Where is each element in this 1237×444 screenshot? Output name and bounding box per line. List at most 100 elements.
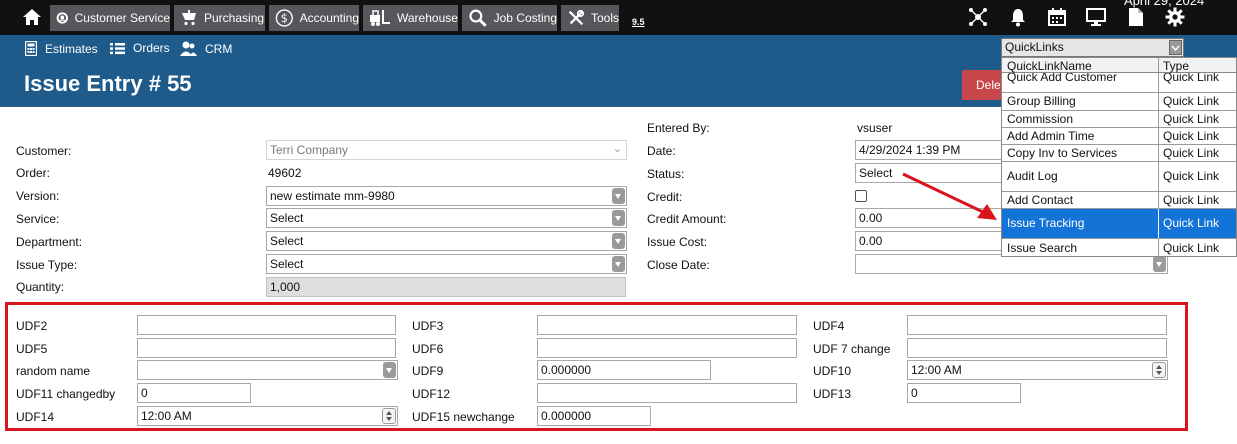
bell-icon[interactable] [1009,7,1027,30]
status-label: Status: [647,167,685,181]
nav-accounting[interactable]: $ Accounting [269,5,359,31]
quicklinks-select[interactable]: QuickLinks [1001,38,1184,57]
gear-icon[interactable] [1165,7,1185,30]
udf10-value: 12:00 AM [911,363,962,377]
magnifier-icon [469,9,487,27]
udf6-label: UDF6 [412,342,444,356]
nav-customer-service[interactable]: Customer Service [50,5,170,31]
quicklink-row[interactable]: Audit Log Quick Link [1002,162,1236,192]
quicklink-row[interactable]: Copy Inv to Services Quick Link [1002,145,1236,162]
quicklink-name: Add Admin Time [1007,129,1095,143]
chevron-down-icon [612,210,625,226]
udf4-field[interactable] [907,315,1167,335]
version-label: Version: [16,189,60,203]
customer-label: Customer: [16,144,72,158]
udf14-value: 12:00 AM [141,409,192,423]
quicklink-row[interactable]: Quick Add Customer Quick Link [1002,73,1236,93]
column-divider [1158,111,1159,127]
udf10-label: UDF10 [813,364,852,378]
quantity-field: 1,000 [266,277,626,297]
nav-purchasing[interactable]: Purchasing [174,5,265,31]
udf13-field[interactable]: 0 [907,383,1021,403]
service-value: Select [270,211,304,225]
udf14-time-field[interactable]: 12:00 AM [137,406,398,426]
udf7-field[interactable] [907,338,1167,358]
issue-type-select[interactable]: Select [266,254,627,274]
spinner-icon[interactable] [382,408,396,424]
nav-label: Accounting [299,11,359,25]
udf3-field[interactable] [537,315,797,335]
document-icon[interactable] [1128,7,1144,30]
home-icon[interactable] [22,8,42,29]
header-name: QuickLinkName [1007,59,1092,73]
udf15-label: UDF15 newchange [412,410,515,424]
calendar-icon[interactable] [1047,7,1067,30]
monitor-icon[interactable] [1086,8,1106,29]
entered-by-label: Entered By: [647,121,710,135]
nav-warehouse[interactable]: Warehouse [363,5,458,31]
column-divider [1158,73,1159,92]
quicklink-row-selected[interactable]: Issue Tracking Quick Link [1002,209,1236,239]
quicklink-type: Quick Link [1163,73,1220,84]
quicklink-type: Quick Link [1163,193,1220,207]
close-date-label: Close Date: [647,258,710,272]
udf12-field[interactable] [537,383,797,403]
udf9-field[interactable]: 0.000000 [537,360,711,380]
quicklink-type: Quick Link [1163,169,1220,183]
udf14-label: UDF14 [16,410,55,424]
quicklink-row[interactable]: Add Contact Quick Link [1002,192,1236,209]
udf6-field[interactable] [537,338,797,358]
issue-type-value: Select [270,257,304,271]
quantity-label: Quantity: [16,280,65,294]
credit-checkbox[interactable] [855,190,867,202]
subnav-estimates[interactable]: Estimates [25,41,98,56]
column-divider [1158,145,1159,161]
column-divider [1158,128,1159,144]
quicklink-row[interactable]: Add Admin Time Quick Link [1002,128,1236,145]
quicklink-row[interactable]: Commission Quick Link [1002,111,1236,128]
quicklink-name: Group Billing [1007,94,1076,108]
subnav-crm[interactable]: CRM [180,41,232,56]
udf2-field[interactable] [137,315,396,335]
department-label: Department: [16,235,83,249]
udf5-field[interactable] [137,338,396,358]
entered-by-value: vsuser [857,121,893,135]
quicklink-row[interactable]: Issue Search Quick Link [1002,239,1236,256]
spinner-icon[interactable] [1152,362,1166,378]
customer-field[interactable]: Terri Company ⌄ [266,140,627,160]
top-nav-bar: Customer Service Purchasing $ Accounting… [0,0,1237,35]
version-select[interactable]: new estimate mm-9980 [266,186,627,206]
subnav-orders[interactable]: Orders [110,41,170,55]
nav-tools[interactable]: Tools [561,5,619,31]
udf9-label: UDF9 [412,364,444,378]
issue-cost-field[interactable]: 0.00 [855,231,1005,251]
issue-type-label: Issue Type: [16,258,78,272]
order-value: 49602 [268,166,302,180]
date-label: Date: [647,144,676,158]
close-date-select[interactable] [855,254,1168,274]
udf11-field[interactable]: 0 [137,383,251,403]
udf15-field[interactable]: 0.000000 [537,406,651,426]
chevron-down-icon [612,256,625,272]
nav-label: Tools [590,11,619,25]
department-select[interactable]: Select [266,231,627,251]
calculator-icon [25,41,37,56]
udf10-time-field[interactable]: 12:00 AM [907,360,1168,380]
version-link[interactable]: 9.5 [632,17,645,27]
column-divider [1158,192,1159,208]
quicklink-row[interactable]: Group Billing Quick Link [1002,93,1236,111]
date-field[interactable]: 4/29/2024 1:39 PM [855,140,1005,160]
random-name-select[interactable] [137,360,398,380]
network-icon[interactable] [968,7,988,30]
tools-icon [568,9,585,26]
column-divider [1158,239,1159,256]
chevron-down-icon [1153,256,1166,272]
chevron-down-icon: ⌄ [612,143,622,155]
quicklink-name: Quick Add Customer [1007,73,1118,84]
udf3-label: UDF3 [412,319,444,333]
quicklink-type: Quick Link [1163,216,1220,230]
svg-text:$: $ [281,12,288,25]
nav-job-costing[interactable]: Job Costing [462,5,557,31]
service-select[interactable]: Select [266,208,627,228]
udf11-label: UDF11 changedby [16,387,116,401]
